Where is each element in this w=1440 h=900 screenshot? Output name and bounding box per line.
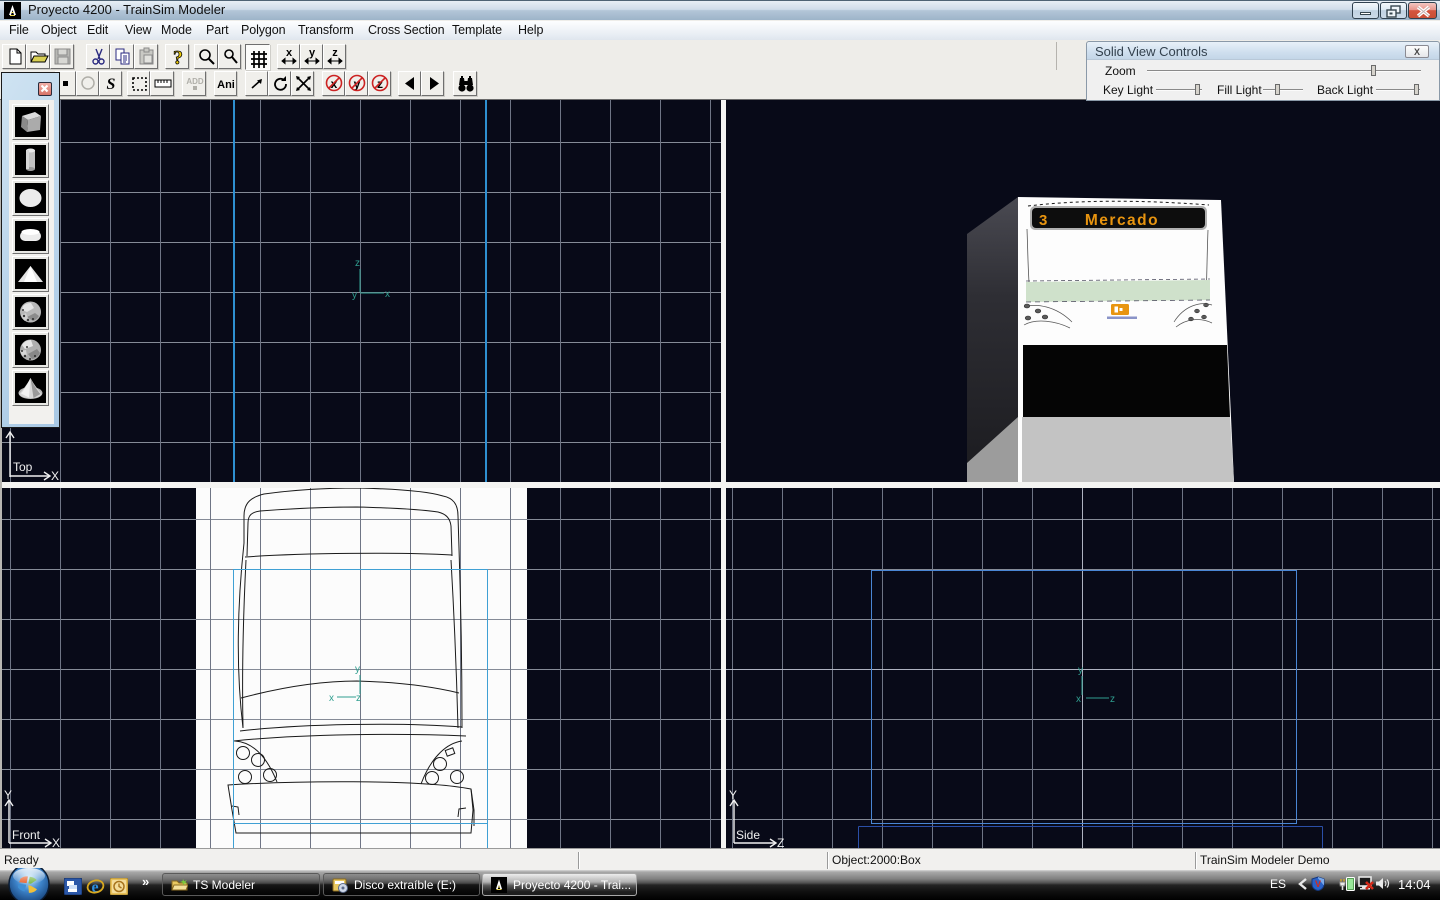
svg-text:Z: Z bbox=[777, 836, 784, 848]
svg-text:z: z bbox=[332, 47, 338, 59]
svg-text:x: x bbox=[385, 289, 390, 300]
svg-text:ADD: ADD bbox=[186, 77, 204, 86]
svg-text:Top: Top bbox=[13, 460, 33, 474]
svg-text:Front: Front bbox=[12, 828, 41, 842]
svg-text:x: x bbox=[331, 77, 338, 91]
svg-text:Mercado: Mercado bbox=[1085, 212, 1159, 229]
svg-text:z: z bbox=[356, 693, 361, 704]
svg-text:X: X bbox=[52, 836, 60, 848]
svg-text:Y: Y bbox=[4, 788, 12, 802]
svg-text:Side: Side bbox=[736, 828, 760, 842]
svg-text:x: x bbox=[286, 47, 293, 59]
svg-text:V: V bbox=[1315, 879, 1321, 889]
svg-text:y: y bbox=[354, 77, 361, 91]
svg-text:x: x bbox=[1076, 694, 1081, 705]
svg-text:Y: Y bbox=[729, 788, 737, 802]
svg-text:z: z bbox=[1110, 694, 1115, 705]
svg-text:X: X bbox=[51, 469, 59, 482]
svg-text:z: z bbox=[355, 258, 360, 269]
svg-text:y: y bbox=[1078, 665, 1083, 676]
svg-text:y: y bbox=[309, 47, 316, 59]
svg-text:3: 3 bbox=[1039, 212, 1047, 229]
svg-text:x: x bbox=[329, 693, 334, 704]
svg-text:S: S bbox=[107, 76, 116, 93]
svg-text:Ani: Ani bbox=[217, 79, 235, 91]
svg-text:y: y bbox=[352, 290, 357, 301]
svg-text:?: ? bbox=[173, 47, 183, 68]
svg-text:y: y bbox=[355, 664, 360, 675]
